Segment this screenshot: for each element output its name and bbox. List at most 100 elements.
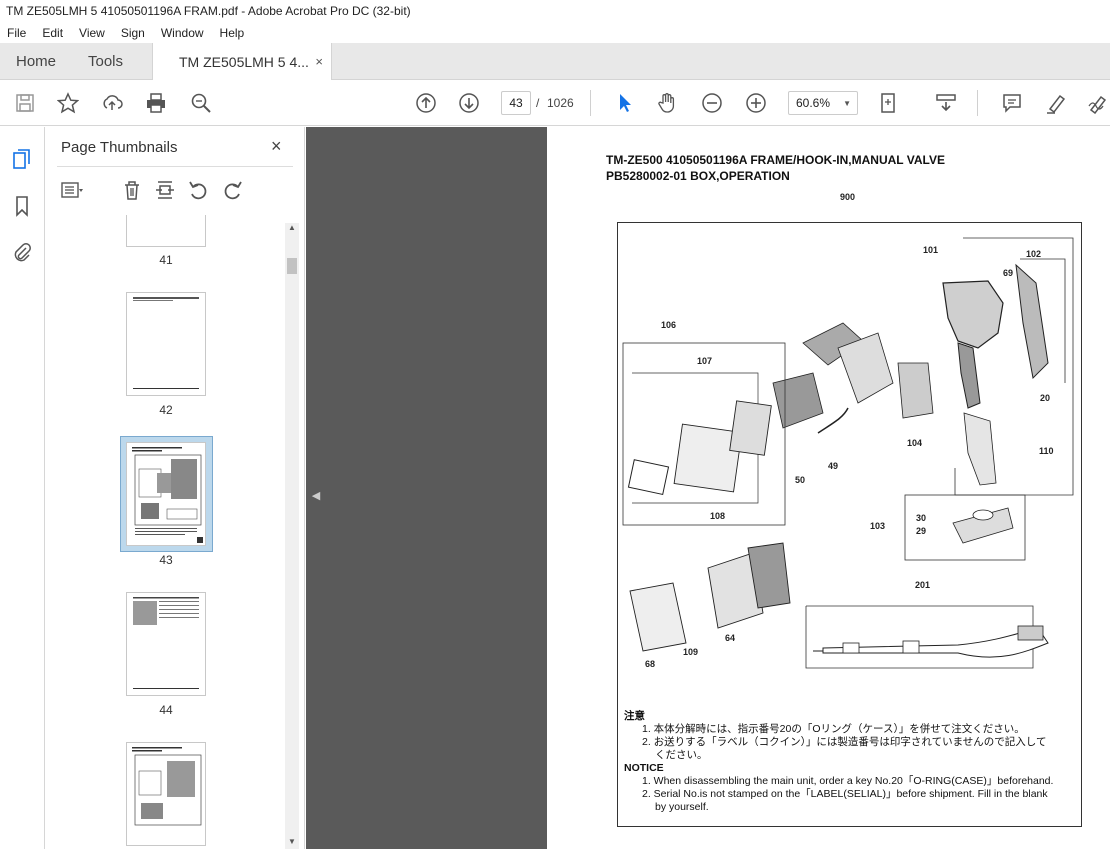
panel-close-button[interactable]: × <box>271 136 282 157</box>
star-icon[interactable] <box>57 92 79 114</box>
callout-50: 50 <box>795 475 806 485</box>
callout-102: 102 <box>1026 249 1042 259</box>
notice-jp-heading: 注意 <box>624 710 645 722</box>
scrollbar-thumb[interactable] <box>287 258 297 274</box>
thumbnail-label: 44 <box>159 703 173 717</box>
callout-106: 106 <box>661 320 677 330</box>
main-toolbar: 43 / 1026 60.6% ▼ <box>0 80 1110 126</box>
rotate-right-icon[interactable] <box>222 179 244 201</box>
toolbar-divider <box>977 90 978 116</box>
hand-icon[interactable] <box>656 92 678 114</box>
thumbnail-page-44[interactable] <box>126 592 206 696</box>
thumbnail-toolbar <box>45 176 305 204</box>
zoom-in-icon[interactable] <box>745 92 767 114</box>
bookmark-icon[interactable] <box>11 195 33 217</box>
callout-104: 104 <box>907 438 923 448</box>
thumbnail-content <box>132 747 202 826</box>
callout-109: 109 <box>683 647 699 657</box>
callout-68: 68 <box>645 659 656 669</box>
left-navigation-rail <box>0 127 45 849</box>
thumbnail-label: 43 <box>159 553 173 567</box>
document-title: TM-ZE500 41050501196A FRAME/HOOK-IN,MANU… <box>606 152 945 184</box>
thumbnail-page-43[interactable] <box>126 442 206 546</box>
fit-page-icon[interactable] <box>878 92 900 114</box>
thumbnail-content <box>133 297 199 389</box>
page-number-input[interactable]: 43 <box>501 91 531 115</box>
zoom-value: 60.6% <box>796 96 831 110</box>
upload-icon[interactable] <box>101 92 123 114</box>
callout-900: 900 <box>840 192 856 202</box>
menu-window[interactable]: Window <box>153 26 212 40</box>
menu-view[interactable]: View <box>71 26 113 40</box>
collapse-panel-icon[interactable]: ◀ <box>306 480 326 510</box>
scroll-up-icon[interactable]: ▲ <box>288 223 296 232</box>
rotate-left-icon[interactable] <box>187 179 209 201</box>
select-arrow-icon[interactable] <box>613 92 635 114</box>
extract-page-icon[interactable] <box>154 179 176 201</box>
notice-en-item: by yourself. <box>655 801 709 813</box>
chevron-down-icon: ▼ <box>843 99 851 108</box>
callout-64: 64 <box>725 633 736 643</box>
menu-edit[interactable]: Edit <box>34 26 71 40</box>
menu-bar: File Edit View Sign Window Help <box>0 22 1110 43</box>
thumbnail-content <box>132 447 203 543</box>
tab-close-button[interactable]: × <box>315 54 323 69</box>
tab-home[interactable]: Home <box>16 43 56 80</box>
callout-110: 110 <box>1039 446 1054 456</box>
window-title-bar: TM ZE505LMH 5 41050501196A FRAM.pdf - Ad… <box>0 0 1110 22</box>
attachment-icon[interactable] <box>11 241 33 263</box>
page-up-icon[interactable] <box>415 92 437 114</box>
callout-30: 30 <box>916 513 927 523</box>
thumbnail-content <box>133 597 199 689</box>
notice-en-item: 2. Serial No.is not stamped on the「LABEL… <box>642 788 1048 800</box>
page-thumbnails-icon[interactable] <box>11 148 33 170</box>
scroll-mode-icon[interactable] <box>935 92 957 114</box>
pdf-page: TM-ZE500 41050501196A FRAME/HOOK-IN,MANU… <box>547 127 1110 849</box>
page-total: 1026 <box>547 96 574 110</box>
notice-en-heading: NOTICE <box>624 762 664 774</box>
callout-49: 49 <box>828 461 839 471</box>
notice-jp-item: 1. 本体分解時には、指示番号20の「Oリング（ケース）」を併せて注文ください。 <box>642 723 1025 735</box>
highlight-icon[interactable] <box>1045 92 1067 114</box>
tab-document[interactable]: TM ZE505LMH 5 4... × <box>152 43 332 80</box>
page-down-icon[interactable] <box>458 92 480 114</box>
callout-101: 101 <box>923 245 939 255</box>
callout-69: 69 <box>1003 268 1014 278</box>
document-title-line1: TM-ZE500 41050501196A FRAME/HOOK-IN,MANU… <box>606 153 945 167</box>
options-menu-icon[interactable] <box>61 179 83 201</box>
zoom-select[interactable]: 60.6% ▼ <box>788 91 858 115</box>
zoom-out-icon[interactable] <box>701 92 723 114</box>
page-separator: / <box>536 96 540 110</box>
callout-20: 20 <box>1040 393 1051 403</box>
menu-sign[interactable]: Sign <box>113 26 153 40</box>
save-icon[interactable] <box>14 92 36 114</box>
sign-icon[interactable] <box>1087 92 1109 114</box>
thumbnail-scrollbar[interactable]: ▲ ▼ <box>285 223 299 849</box>
tab-document-label: TM ZE505LMH 5 4... <box>179 53 309 70</box>
callout-201: 201 <box>915 580 931 590</box>
notice-jp-item: ください。 <box>655 749 708 761</box>
thumbnail-list: 41 42 43 44 <box>45 215 305 849</box>
thumbnail-page-42[interactable] <box>126 292 206 396</box>
thumbnail-page-45[interactable] <box>126 742 206 846</box>
notice-jp-item: 2. お送りする「ラベル（コクイン）」には製造番号は印字されていませんので記入し… <box>642 736 1047 748</box>
menu-file[interactable]: File <box>0 26 34 40</box>
thumbnail-page-41[interactable] <box>126 215 206 247</box>
panel-divider <box>57 166 293 167</box>
delete-page-icon[interactable] <box>121 179 143 201</box>
callout-108: 108 <box>710 511 726 521</box>
panel-title: Page Thumbnails <box>61 139 178 156</box>
document-title-line2: PB5280002-01 BOX,OPERATION <box>606 169 790 183</box>
thumbnail-label: 42 <box>159 403 173 417</box>
menu-help[interactable]: Help <box>212 26 253 40</box>
toolbar-divider <box>590 90 591 116</box>
comment-icon[interactable] <box>1001 92 1023 114</box>
tab-tools[interactable]: Tools <box>88 43 123 80</box>
notice-section: 注意 1. 本体分解時には、指示番号20の「Oリング（ケース）」を併せて注文くだ… <box>624 710 1084 814</box>
notice-en-item: 1. When disassembling the main unit, ord… <box>642 775 1054 787</box>
print-icon[interactable] <box>145 92 167 114</box>
find-icon[interactable] <box>190 92 212 114</box>
tab-bar: Home Tools TM ZE505LMH 5 4... × <box>0 43 1110 80</box>
scroll-down-icon[interactable]: ▼ <box>288 837 296 846</box>
window-title: TM ZE505LMH 5 41050501196A FRAM.pdf - Ad… <box>6 4 411 18</box>
